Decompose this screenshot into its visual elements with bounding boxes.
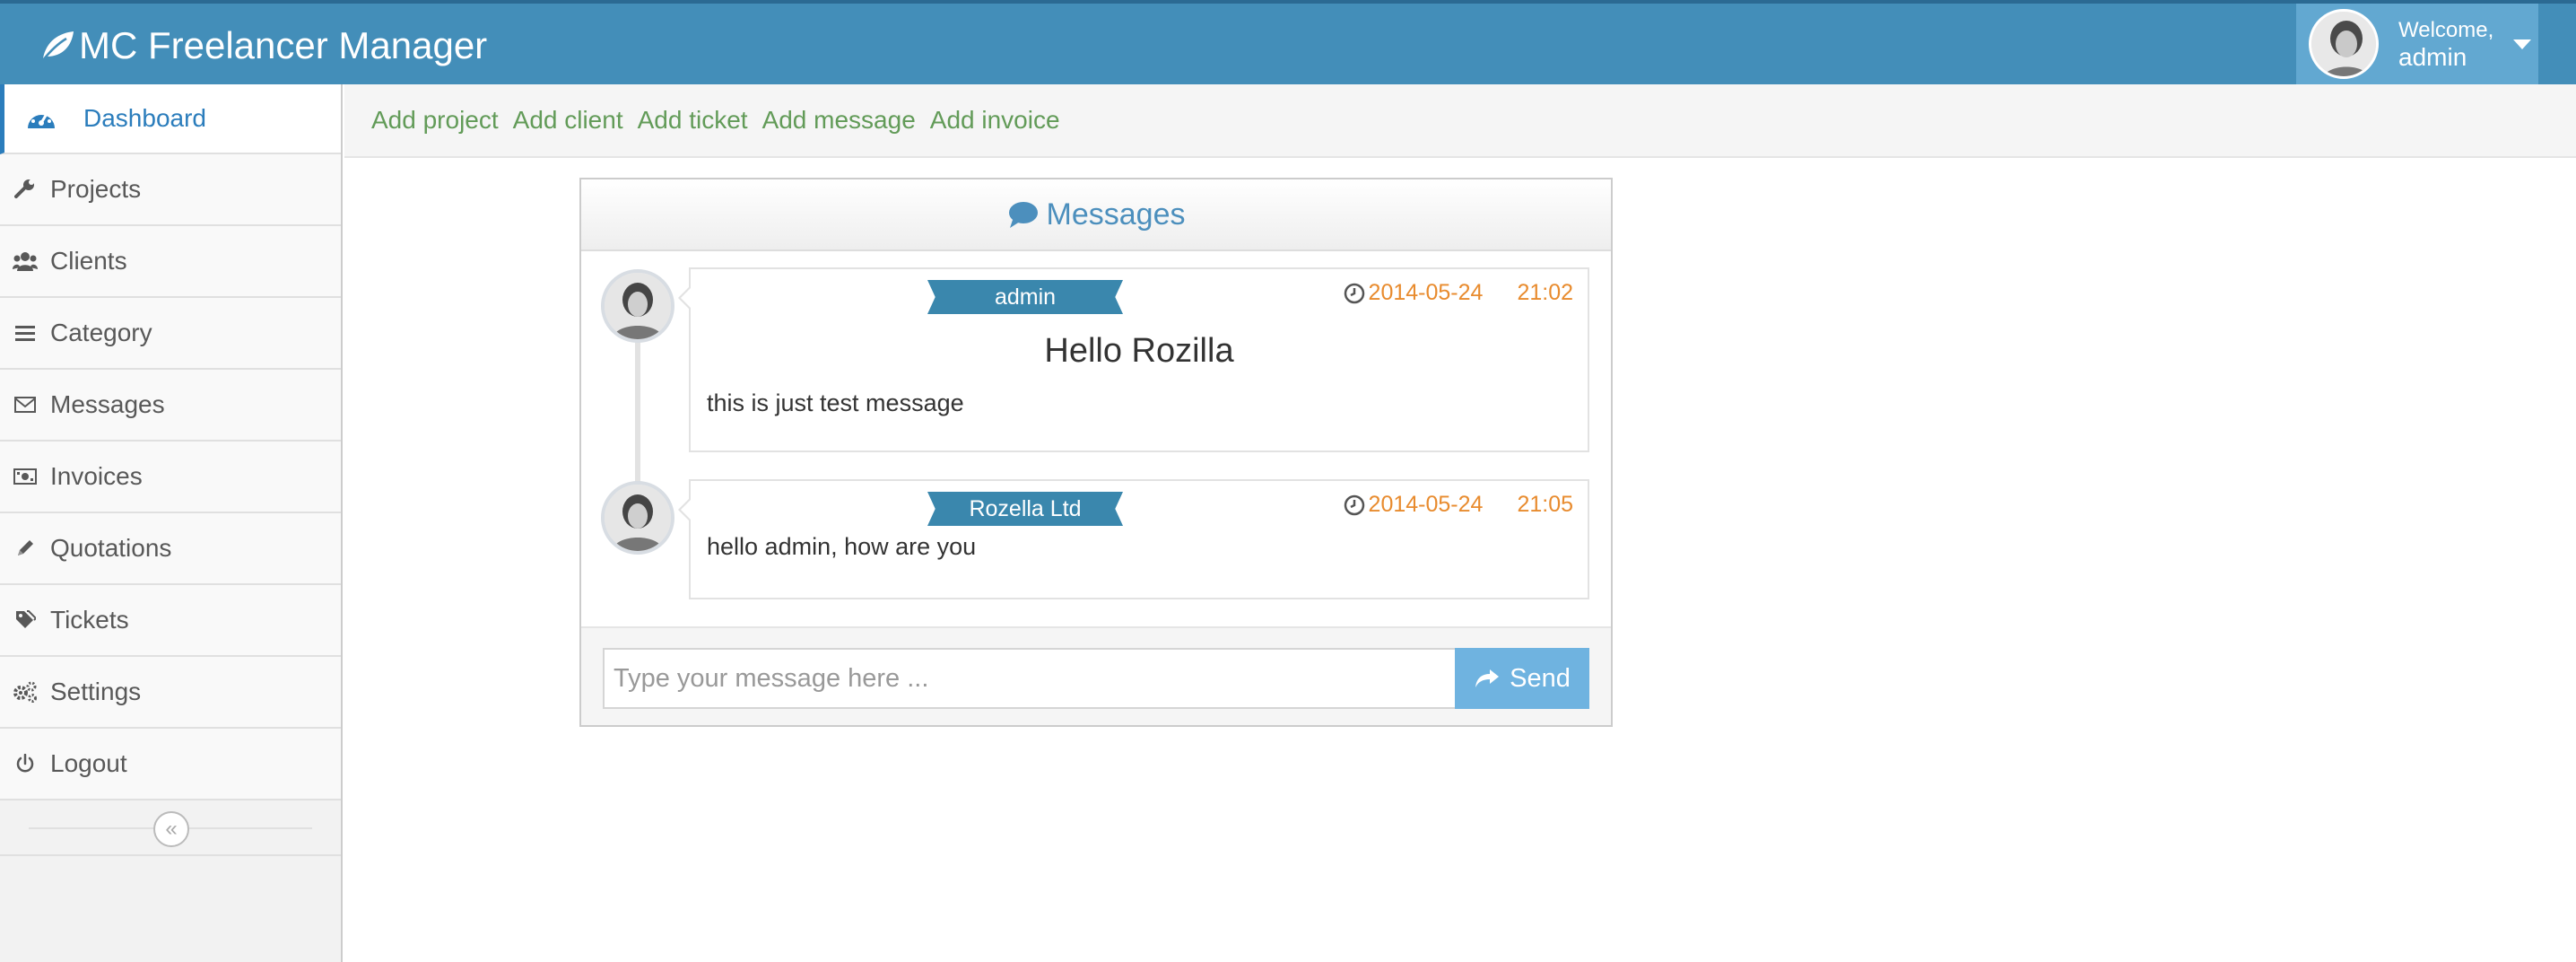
- sidebar-item-messages[interactable]: Messages: [0, 370, 341, 442]
- sidebar-item-category[interactable]: Category: [0, 298, 341, 370]
- pencil-icon: [13, 536, 38, 561]
- sidebar-item-label: Dashboard: [83, 104, 206, 132]
- user-menu[interactable]: Welcome, admin: [2296, 4, 2538, 84]
- message-avatar: [601, 481, 674, 555]
- message-time: 21:05: [1517, 492, 1573, 517]
- app-brand[interactable]: MC Freelancer Manager: [39, 23, 487, 68]
- sidebar-item-label: Logout: [50, 749, 127, 777]
- user-avatar: [2309, 9, 2379, 79]
- add-project-link[interactable]: Add project: [371, 106, 499, 135]
- leaf-icon: [42, 31, 74, 61]
- sidebar-item-invoices[interactable]: Invoices: [0, 442, 341, 513]
- user-avatar-image: [2311, 12, 2376, 76]
- message-item: admin 2014-05-24 21:02 Hello Rozilla thi…: [678, 267, 1589, 452]
- cogs-icon: [13, 679, 38, 704]
- welcome-text: Welcome,: [2398, 18, 2494, 42]
- money-icon: [13, 464, 38, 489]
- envelope-icon: [13, 392, 38, 417]
- sidebar-item-label: Messages: [50, 390, 165, 418]
- add-invoice-link[interactable]: Add invoice: [930, 106, 1060, 135]
- username-text: admin: [2398, 43, 2467, 71]
- top-navbar: MC Freelancer Manager Welcome, admin: [0, 0, 2576, 84]
- clock-icon: [1344, 283, 1364, 303]
- messages-widget: Messages admin 2014-05-24 21:02 Hello Ro…: [579, 178, 1613, 727]
- share-icon: [1475, 669, 1500, 687]
- sidebar: Dashboard Projects Clients Category Mess…: [0, 84, 343, 962]
- widget-header: Messages: [581, 179, 1611, 251]
- message-timestamp: 2014-05-24 21:05: [1344, 492, 1573, 518]
- send-button-label: Send: [1510, 663, 1571, 693]
- message-date: 2014-05-24: [1368, 492, 1484, 517]
- user-info: Welcome, admin: [2398, 17, 2493, 71]
- message-compose-bar: Send: [581, 626, 1611, 725]
- sidebar-item-dashboard[interactable]: Dashboard: [0, 84, 341, 154]
- sidebar-item-label: Clients: [50, 247, 127, 275]
- message-input[interactable]: [603, 648, 1457, 709]
- double-angle-left-icon: «: [165, 817, 178, 841]
- message-avatar: [601, 269, 674, 343]
- sidebar-item-logout[interactable]: Logout: [0, 729, 341, 800]
- widget-title: Messages: [1046, 197, 1186, 232]
- sidebar-item-projects[interactable]: Projects: [0, 154, 341, 226]
- add-ticket-link[interactable]: Add ticket: [638, 106, 748, 135]
- message-timeline: admin 2014-05-24 21:02 Hello Rozilla thi…: [581, 251, 1611, 626]
- caret-down-icon[interactable]: [2513, 39, 2532, 49]
- sidebar-item-label: Quotations: [50, 534, 172, 562]
- sender-label: admin: [927, 280, 1123, 314]
- sidebar-item-label: Category: [50, 319, 152, 346]
- app-title: MC Freelancer Manager: [79, 24, 488, 66]
- sidebar-item-clients[interactable]: Clients: [0, 226, 341, 298]
- sidebar-item-label: Invoices: [50, 462, 143, 490]
- send-button[interactable]: Send: [1455, 648, 1589, 709]
- sidebar-item-label: Projects: [50, 175, 142, 203]
- quick-links-bar: Add project Add client Add ticket Add me…: [344, 84, 2576, 158]
- sidebar-item-label: Tickets: [50, 606, 129, 634]
- message-body: hello admin, how are you: [707, 533, 977, 560]
- message-timestamp: 2014-05-24 21:02: [1344, 280, 1573, 306]
- message-item: Rozella Ltd 2014-05-24 21:05 hello admin…: [678, 479, 1589, 599]
- sidebar-item-tickets[interactable]: Tickets: [0, 585, 341, 657]
- sidebar-item-label: Settings: [50, 678, 142, 705]
- users-icon: [13, 249, 38, 274]
- sidebar-item-quotations[interactable]: Quotations: [0, 513, 341, 585]
- add-client-link[interactable]: Add client: [513, 106, 623, 135]
- collapse-sidebar-button[interactable]: «: [153, 811, 189, 847]
- tags-icon: [13, 608, 38, 633]
- message-time: 21:02: [1517, 280, 1573, 305]
- tachometer-icon: [24, 101, 58, 136]
- add-message-link[interactable]: Add message: [762, 106, 916, 135]
- message-date: 2014-05-24: [1368, 280, 1484, 305]
- clock-icon: [1344, 494, 1364, 515]
- message-body: this is just test message: [707, 389, 964, 416]
- sidebar-collapse-row: «: [0, 800, 341, 856]
- list-icon: [13, 320, 38, 345]
- comment-icon: [1008, 202, 1038, 228]
- sender-label: Rozella Ltd: [927, 492, 1123, 526]
- sidebar-item-settings[interactable]: Settings: [0, 657, 341, 729]
- wrench-icon: [13, 177, 38, 202]
- message-subject: Hello Rozilla: [1044, 332, 1234, 370]
- power-icon: [13, 751, 38, 776]
